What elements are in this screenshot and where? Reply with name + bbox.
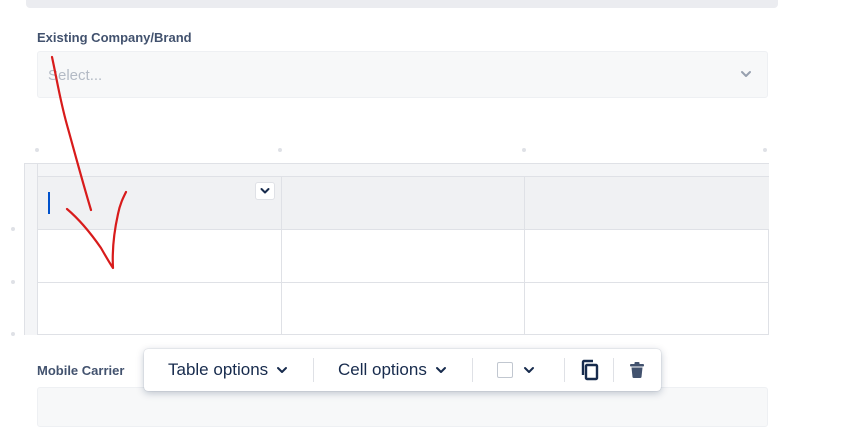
row-handle-dot[interactable]	[11, 227, 15, 231]
toolbar-divider	[564, 358, 565, 382]
copy-icon	[581, 359, 599, 381]
previous-field-bottom	[26, 0, 778, 8]
toolbar-divider	[313, 358, 314, 382]
column-handle-dot[interactable]	[522, 148, 526, 152]
row-handle-dot[interactable]	[11, 332, 15, 336]
row-controls[interactable]	[25, 164, 38, 335]
company-select[interactable]: Select...	[37, 51, 768, 98]
table-cell[interactable]	[525, 230, 769, 283]
text-cursor	[48, 192, 50, 214]
table-header-cell[interactable]	[282, 177, 525, 230]
cell-options-button[interactable]: Cell options	[338, 349, 447, 391]
table-options-button[interactable]: Table options	[168, 349, 288, 391]
column-controls[interactable]	[25, 164, 769, 177]
cell-background-swatch	[497, 362, 513, 378]
column-handle-dot[interactable]	[35, 148, 39, 152]
carrier-field-label: Mobile Carrier	[37, 363, 125, 378]
table-header-cell[interactable]	[38, 177, 282, 230]
trash-icon	[630, 362, 644, 379]
table-cell[interactable]	[282, 230, 525, 283]
table-cell[interactable]	[38, 230, 282, 283]
table-cell[interactable]	[38, 283, 282, 335]
copy-table-button[interactable]	[579, 349, 601, 391]
chevron-down-icon	[435, 367, 446, 373]
company-field-label: Existing Company/Brand	[37, 30, 192, 45]
table-floating-toolbar: Table options Cell options	[144, 349, 661, 391]
table-cell[interactable]	[282, 283, 525, 335]
delete-table-button[interactable]	[628, 349, 646, 391]
table-options-label: Table options	[168, 360, 269, 379]
toolbar-divider	[613, 358, 614, 382]
column-handle-dot[interactable]	[763, 148, 767, 152]
cell-background-button[interactable]	[497, 349, 535, 391]
carrier-input[interactable]	[37, 387, 768, 427]
chevron-down-icon	[277, 367, 288, 373]
toolbar-divider	[472, 358, 473, 382]
cell-options-dropdown[interactable]	[255, 182, 275, 200]
table-cell[interactable]	[525, 283, 769, 335]
cell-options-label: Cell options	[338, 360, 427, 379]
chevron-down-icon	[739, 67, 753, 81]
chevron-down-icon	[524, 367, 534, 373]
table	[24, 163, 769, 335]
company-select-placeholder: Select...	[48, 67, 103, 84]
chevron-down-icon	[260, 188, 270, 194]
row-handle-dot[interactable]	[11, 280, 15, 284]
column-handle-dot[interactable]	[278, 148, 282, 152]
table-header-cell[interactable]	[525, 177, 769, 230]
